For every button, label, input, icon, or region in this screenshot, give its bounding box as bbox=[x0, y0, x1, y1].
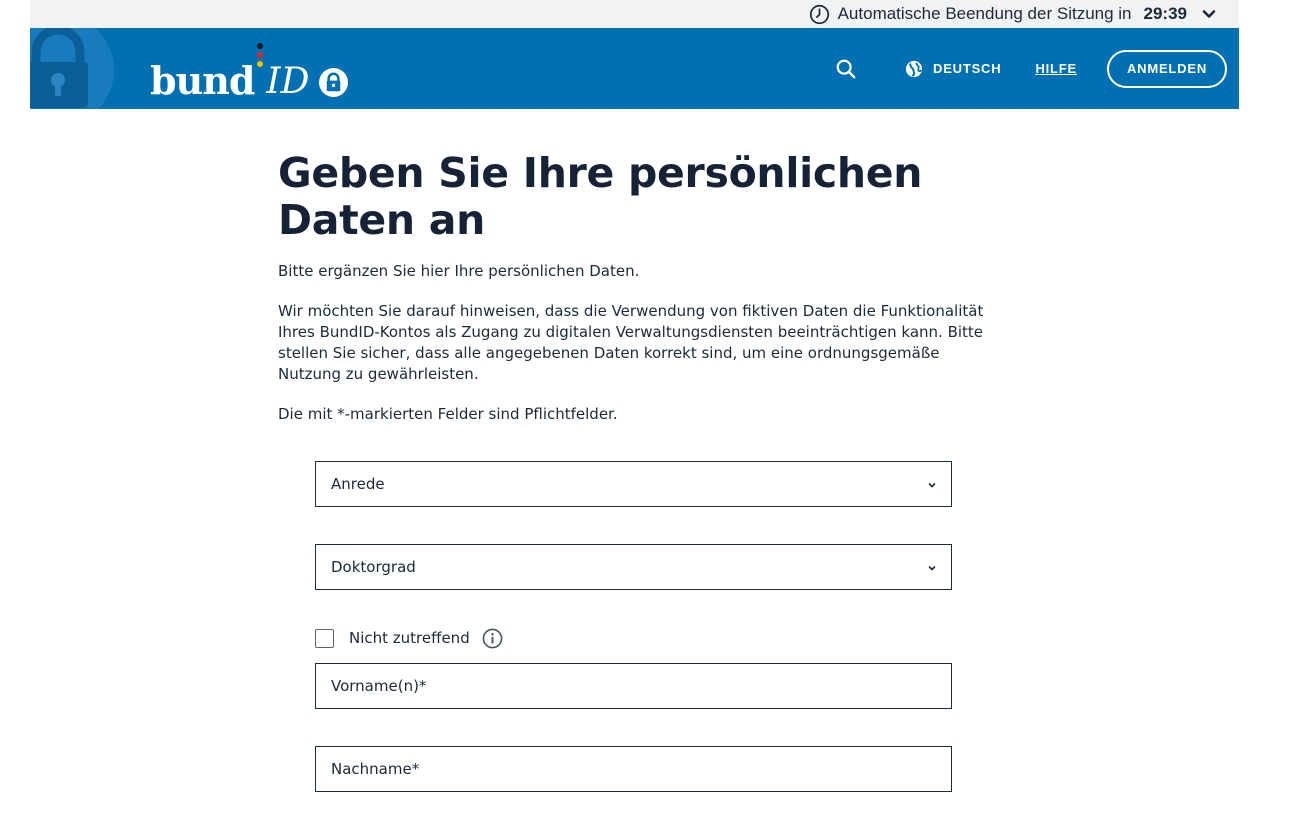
chevron-down-icon[interactable] bbox=[1201, 6, 1217, 22]
first-name-field[interactable] bbox=[315, 663, 952, 709]
lock-watermark-icon bbox=[30, 28, 114, 109]
clock-icon bbox=[809, 4, 829, 24]
first-name-input[interactable] bbox=[331, 664, 951, 708]
info-icon[interactable] bbox=[482, 628, 503, 649]
bundid-logo[interactable]: bund ID bbox=[150, 40, 349, 100]
main-content: Geben Sie Ihre persönlichen Daten an Bit… bbox=[278, 150, 998, 425]
session-timeout-time: 29:39 bbox=[1143, 4, 1187, 23]
chevron-down-icon bbox=[928, 483, 936, 488]
degree-select[interactable]: Doktorgrad bbox=[315, 544, 952, 590]
intro-text: Bitte ergänzen Sie hier Ihre persönliche… bbox=[278, 262, 640, 280]
login-button[interactable]: ANMELDEN bbox=[1107, 49, 1227, 88]
required-fields-hint: Die mit *-markierten Felder sind Pflicht… bbox=[278, 405, 618, 423]
site-header: bund ID DEUTSCH HILFE ANMELDEN bbox=[30, 28, 1239, 109]
degree-select-value: Doktorgrad bbox=[331, 558, 416, 576]
language-label: DEUTSCH bbox=[933, 61, 1002, 76]
salutation-select[interactable]: Anrede bbox=[315, 461, 952, 507]
padlock-icon bbox=[318, 67, 348, 98]
logo-wordmark-id: ID bbox=[266, 61, 310, 102]
last-name-input[interactable] bbox=[331, 747, 951, 791]
last-name-field[interactable] bbox=[315, 746, 952, 792]
search-icon[interactable] bbox=[835, 58, 857, 80]
page-title: Geben Sie Ihre persönlichen Daten an bbox=[278, 149, 923, 244]
logo-flag-dots bbox=[254, 40, 266, 100]
session-timeout[interactable]: Automatische Beendung der Sitzung in 29:… bbox=[809, 0, 1217, 28]
session-timeout-bar: Automatische Beendung der Sitzung in 29:… bbox=[30, 0, 1239, 28]
help-link[interactable]: HILFE bbox=[1035, 61, 1077, 76]
chevron-down-icon bbox=[928, 566, 936, 571]
salutation-select-value: Anrede bbox=[331, 475, 385, 493]
not-applicable-label[interactable]: Nicht zutreffend bbox=[349, 629, 470, 647]
not-applicable-option: Nicht zutreffend bbox=[315, 626, 503, 650]
session-timeout-label: Automatische Beendung der Sitzung in bbox=[837, 4, 1132, 23]
language-switcher[interactable]: DEUTSCH bbox=[905, 60, 1001, 78]
not-applicable-checkbox[interactable] bbox=[315, 628, 334, 648]
header-nav: DEUTSCH HILFE ANMELDEN bbox=[835, 28, 1227, 109]
logo-wordmark-bund: bund bbox=[150, 58, 255, 103]
notice-text: Wir möchten Sie darauf hinweisen, dass d… bbox=[278, 302, 984, 383]
globe-icon bbox=[905, 60, 923, 77]
